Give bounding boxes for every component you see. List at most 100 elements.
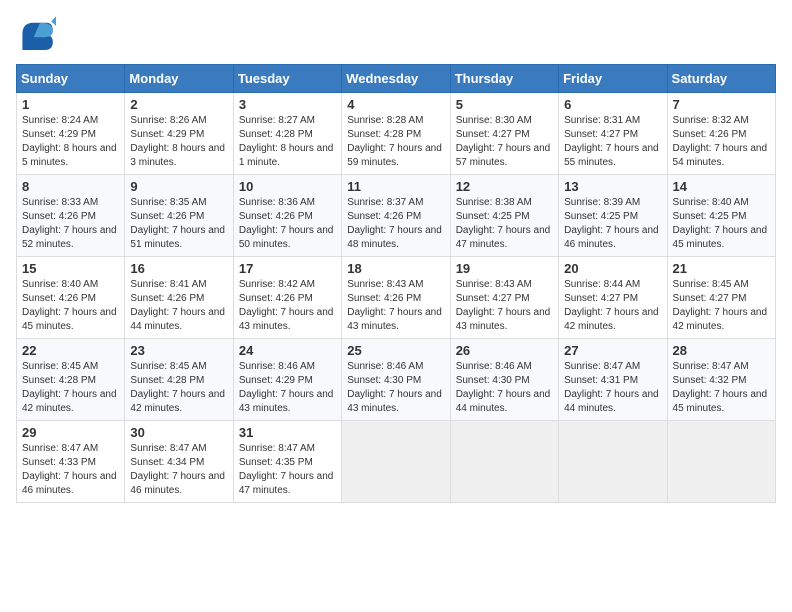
- calendar-cell: 13 Sunrise: 8:39 AMSunset: 4:25 PMDayligh…: [559, 175, 667, 257]
- day-number: 5: [456, 97, 553, 112]
- cell-info: Sunrise: 8:26 AMSunset: 4:29 PMDaylight:…: [130, 115, 225, 168]
- cell-info: Sunrise: 8:40 AMSunset: 4:26 PMDaylight:…: [22, 279, 117, 332]
- day-number: 29: [22, 425, 119, 440]
- day-number: 13: [564, 179, 661, 194]
- cell-info: Sunrise: 8:47 AMSunset: 4:33 PMDaylight:…: [22, 443, 117, 496]
- calendar-cell: 12 Sunrise: 8:38 AMSunset: 4:25 PMDayligh…: [450, 175, 558, 257]
- calendar-cell: 30 Sunrise: 8:47 AMSunset: 4:34 PMDayligh…: [125, 421, 233, 503]
- day-number: 9: [130, 179, 227, 194]
- weekday-header-thursday: Thursday: [450, 65, 558, 93]
- calendar-cell: 18 Sunrise: 8:43 AMSunset: 4:26 PMDayligh…: [342, 257, 450, 339]
- weekday-header-friday: Friday: [559, 65, 667, 93]
- cell-info: Sunrise: 8:43 AMSunset: 4:26 PMDaylight:…: [347, 279, 442, 332]
- cell-info: Sunrise: 8:27 AMSunset: 4:28 PMDaylight:…: [239, 115, 334, 168]
- day-number: 19: [456, 261, 553, 276]
- day-number: 25: [347, 343, 444, 358]
- calendar-week-row: 29 Sunrise: 8:47 AMSunset: 4:33 PMDayligh…: [17, 421, 776, 503]
- cell-info: Sunrise: 8:38 AMSunset: 4:25 PMDaylight:…: [456, 197, 551, 250]
- calendar-cell: 29 Sunrise: 8:47 AMSunset: 4:33 PMDayligh…: [17, 421, 125, 503]
- day-number: 20: [564, 261, 661, 276]
- cell-info: Sunrise: 8:37 AMSunset: 4:26 PMDaylight:…: [347, 197, 442, 250]
- calendar-cell: 11 Sunrise: 8:37 AMSunset: 4:26 PMDayligh…: [342, 175, 450, 257]
- day-number: 12: [456, 179, 553, 194]
- cell-info: Sunrise: 8:39 AMSunset: 4:25 PMDaylight:…: [564, 197, 659, 250]
- cell-info: Sunrise: 8:42 AMSunset: 4:26 PMDaylight:…: [239, 279, 334, 332]
- cell-info: Sunrise: 8:47 AMSunset: 4:31 PMDaylight:…: [564, 361, 659, 414]
- calendar-cell: 24 Sunrise: 8:46 AMSunset: 4:29 PMDayligh…: [233, 339, 341, 421]
- day-number: 24: [239, 343, 336, 358]
- weekday-header-saturday: Saturday: [667, 65, 775, 93]
- calendar-cell: [667, 421, 775, 503]
- calendar-cell: 3Sunrise: 8:27 AMSunset: 4:28 PMDaylight…: [233, 93, 341, 175]
- day-number: 21: [673, 261, 770, 276]
- day-number: 28: [673, 343, 770, 358]
- day-number: 14: [673, 179, 770, 194]
- day-number: 17: [239, 261, 336, 276]
- logo: [16, 16, 60, 52]
- calendar-cell: 7Sunrise: 8:32 AMSunset: 4:26 PMDaylight…: [667, 93, 775, 175]
- calendar-cell: 4 Sunrise: 8:28 AMSunset: 4:28 PMDaylight…: [342, 93, 450, 175]
- day-number: 16: [130, 261, 227, 276]
- day-number: 2: [130, 97, 227, 112]
- weekday-header-row: SundayMondayTuesdayWednesdayThursdayFrid…: [17, 65, 776, 93]
- calendar-cell: 23Sunrise: 8:45 AMSunset: 4:28 PMDayligh…: [125, 339, 233, 421]
- cell-info: Sunrise: 8:44 AMSunset: 4:27 PMDaylight:…: [564, 279, 659, 332]
- cell-info: Sunrise: 8:46 AMSunset: 4:29 PMDaylight:…: [239, 361, 334, 414]
- cell-info: Sunrise: 8:43 AMSunset: 4:27 PMDaylight:…: [456, 279, 551, 332]
- cell-info: Sunrise: 8:47 AMSunset: 4:35 PMDaylight:…: [239, 443, 334, 496]
- cell-info: Sunrise: 8:46 AMSunset: 4:30 PMDaylight:…: [347, 361, 442, 414]
- calendar-week-row: 1 Sunrise: 8:24 AMSunset: 4:29 PMDaylight…: [17, 93, 776, 175]
- weekday-header-wednesday: Wednesday: [342, 65, 450, 93]
- day-number: 4: [347, 97, 444, 112]
- calendar-cell: 2 Sunrise: 8:26 AMSunset: 4:29 PMDaylight…: [125, 93, 233, 175]
- day-number: 27: [564, 343, 661, 358]
- calendar-cell: 8 Sunrise: 8:33 AMSunset: 4:26 PMDaylight…: [17, 175, 125, 257]
- calendar-table: SundayMondayTuesdayWednesdayThursdayFrid…: [16, 64, 776, 503]
- day-number: 31: [239, 425, 336, 440]
- calendar-cell: 22Sunrise: 8:45 AMSunset: 4:28 PMDayligh…: [17, 339, 125, 421]
- cell-info: Sunrise: 8:33 AMSunset: 4:26 PMDaylight:…: [22, 197, 117, 250]
- cell-info: Sunrise: 8:30 AMSunset: 4:27 PMDaylight:…: [456, 115, 551, 168]
- calendar-cell: 10Sunrise: 8:36 AMSunset: 4:26 PMDayligh…: [233, 175, 341, 257]
- calendar-cell: [559, 421, 667, 503]
- calendar-cell: 1 Sunrise: 8:24 AMSunset: 4:29 PMDaylight…: [17, 93, 125, 175]
- calendar-cell: 25 Sunrise: 8:46 AMSunset: 4:30 PMDayligh…: [342, 339, 450, 421]
- calendar-cell: 21 Sunrise: 8:45 AMSunset: 4:27 PMDayligh…: [667, 257, 775, 339]
- cell-info: Sunrise: 8:45 AMSunset: 4:27 PMDaylight:…: [673, 279, 768, 332]
- calendar-cell: 14Sunrise: 8:40 AMSunset: 4:25 PMDayligh…: [667, 175, 775, 257]
- day-number: 10: [239, 179, 336, 194]
- day-number: 6: [564, 97, 661, 112]
- calendar-week-row: 8 Sunrise: 8:33 AMSunset: 4:26 PMDaylight…: [17, 175, 776, 257]
- day-number: 15: [22, 261, 119, 276]
- cell-info: Sunrise: 8:24 AMSunset: 4:29 PMDaylight:…: [22, 115, 117, 168]
- page-header: [16, 16, 776, 52]
- calendar-cell: 31 Sunrise: 8:47 AMSunset: 4:35 PMDayligh…: [233, 421, 341, 503]
- cell-info: Sunrise: 8:47 AMSunset: 4:34 PMDaylight:…: [130, 443, 225, 496]
- calendar-cell: 9Sunrise: 8:35 AMSunset: 4:26 PMDaylight…: [125, 175, 233, 257]
- cell-info: Sunrise: 8:31 AMSunset: 4:27 PMDaylight:…: [564, 115, 659, 168]
- calendar-cell: 26 Sunrise: 8:46 AMSunset: 4:30 PMDayligh…: [450, 339, 558, 421]
- calendar-cell: 27 Sunrise: 8:47 AMSunset: 4:31 PMDayligh…: [559, 339, 667, 421]
- cell-info: Sunrise: 8:46 AMSunset: 4:30 PMDaylight:…: [456, 361, 551, 414]
- day-number: 26: [456, 343, 553, 358]
- calendar-cell: 5 Sunrise: 8:30 AMSunset: 4:27 PMDaylight…: [450, 93, 558, 175]
- calendar-cell: [342, 421, 450, 503]
- weekday-header-monday: Monday: [125, 65, 233, 93]
- calendar-cell: 20 Sunrise: 8:44 AMSunset: 4:27 PMDayligh…: [559, 257, 667, 339]
- cell-info: Sunrise: 8:47 AMSunset: 4:32 PMDaylight:…: [673, 361, 768, 414]
- day-number: 18: [347, 261, 444, 276]
- calendar-week-row: 22Sunrise: 8:45 AMSunset: 4:28 PMDayligh…: [17, 339, 776, 421]
- cell-info: Sunrise: 8:41 AMSunset: 4:26 PMDaylight:…: [130, 279, 225, 332]
- day-number: 30: [130, 425, 227, 440]
- calendar-cell: 15 Sunrise: 8:40 AMSunset: 4:26 PMDayligh…: [17, 257, 125, 339]
- cell-info: Sunrise: 8:28 AMSunset: 4:28 PMDaylight:…: [347, 115, 442, 168]
- calendar-cell: 17 Sunrise: 8:42 AMSunset: 4:26 PMDayligh…: [233, 257, 341, 339]
- calendar-cell: 19 Sunrise: 8:43 AMSunset: 4:27 PMDayligh…: [450, 257, 558, 339]
- day-number: 8: [22, 179, 119, 194]
- calendar-week-row: 15 Sunrise: 8:40 AMSunset: 4:26 PMDayligh…: [17, 257, 776, 339]
- day-number: 11: [347, 179, 444, 194]
- day-number: 1: [22, 97, 119, 112]
- calendar-cell: 6 Sunrise: 8:31 AMSunset: 4:27 PMDaylight…: [559, 93, 667, 175]
- cell-info: Sunrise: 8:32 AMSunset: 4:26 PMDaylight:…: [673, 115, 768, 168]
- calendar-cell: 16 Sunrise: 8:41 AMSunset: 4:26 PMDayligh…: [125, 257, 233, 339]
